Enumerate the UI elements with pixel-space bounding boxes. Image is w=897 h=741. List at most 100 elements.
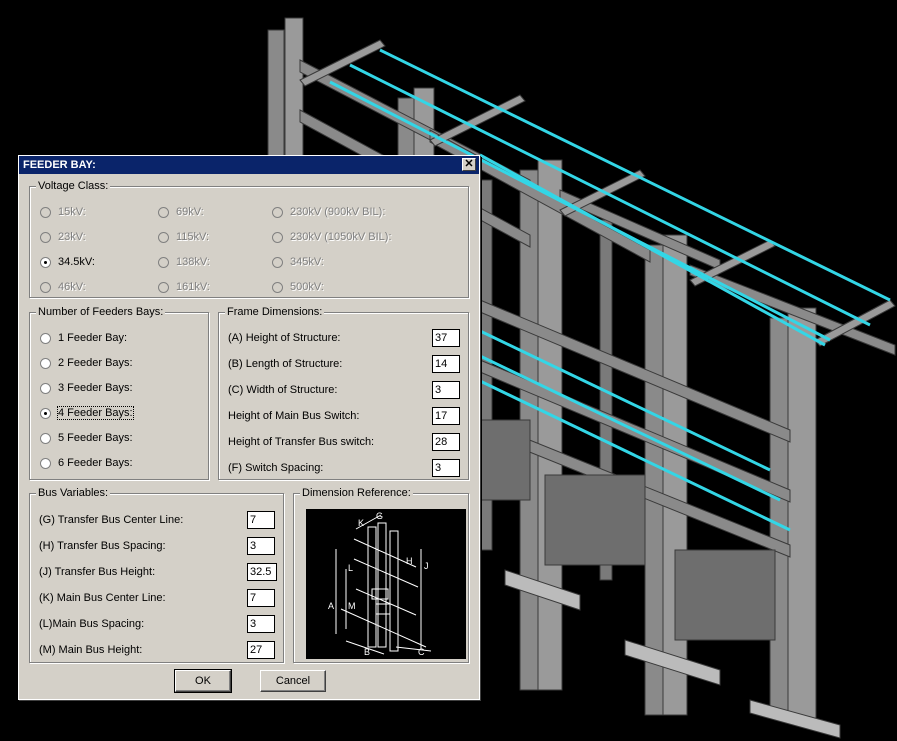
voltage-option-345kv[interactable]: 345kV: — [272, 255, 324, 269]
field-label: (C) Width of Structure: — [228, 384, 338, 396]
radio-icon — [272, 231, 283, 243]
radio-selected-icon — [40, 407, 51, 419]
ok-button[interactable]: OK — [174, 669, 232, 693]
voltage-option-115kv[interactable]: 115kV: — [158, 230, 209, 244]
voltage-option-label: 46kV: — [58, 281, 86, 293]
radio-icon — [158, 206, 169, 218]
voltage-option-label: 161kV: — [176, 281, 210, 293]
frame-width-row: (C) Width of Structure: — [228, 381, 337, 399]
voltage-option-34-5kv[interactable]: 34.5kV: — [40, 255, 95, 269]
feeder-bay-dialog: FEEDER BAY: ✕ Voltage Class: 15kV: 23kV:… — [18, 155, 480, 700]
main-bus-height-input[interactable]: 27 — [247, 641, 275, 659]
feeder-option-6[interactable]: 6 Feeder Bays: — [40, 456, 133, 470]
width-of-structure-input[interactable]: 3 — [432, 381, 460, 399]
radio-icon — [40, 231, 51, 243]
main-bus-switch-row: Height of Main Bus Switch: — [228, 407, 359, 425]
radio-icon — [272, 281, 283, 293]
radio-icon — [40, 332, 51, 344]
structure-wireframe — [335, 514, 432, 655]
main-bus-switch-height-input[interactable]: 17 — [432, 407, 460, 425]
frame-length-row: (B) Length of Structure: — [228, 355, 342, 373]
feeder-option-label: 2 Feeder Bays: — [58, 357, 133, 369]
transfer-bus-height-input[interactable]: 32.5 — [247, 563, 277, 581]
cancel-button[interactable]: Cancel — [260, 670, 326, 692]
switch-spacing-row: (F) Switch Spacing: — [228, 459, 323, 477]
radio-icon — [40, 432, 51, 444]
feeder-option-label: 4 Feeder Bays: — [57, 406, 134, 420]
dim-letter-g: G — [376, 511, 383, 521]
feeder-option-label: 6 Feeder Bays: — [58, 457, 133, 469]
transfer-bus-spacing-input[interactable]: 3 — [247, 537, 275, 555]
field-label: Height of Main Bus Switch: — [228, 410, 360, 422]
voltage-option-label: 138kV: — [176, 256, 210, 268]
field-label: (L)Main Bus Spacing: — [39, 618, 145, 630]
field-label: (J) Transfer Bus Height: — [39, 566, 156, 578]
radio-icon — [40, 382, 51, 394]
feeder-option-3[interactable]: 3 Feeder Bays: — [40, 381, 133, 395]
field-label: (B) Length of Structure: — [228, 358, 343, 370]
height-of-structure-input[interactable]: 37 — [432, 329, 460, 347]
transfer-bus-center-line-input[interactable]: 7 — [247, 511, 275, 529]
feeder-bays-group: Number of Feeders Bays: 1 Feeder Bay: 2 … — [29, 306, 209, 480]
radio-icon — [40, 206, 51, 218]
dim-letter-j: J — [424, 561, 429, 571]
dim-letter-c: C — [418, 647, 425, 657]
voltage-option-23kv[interactable]: 23kV: — [40, 230, 86, 244]
voltage-option-69kv[interactable]: 69kV: — [158, 205, 204, 219]
voltage-option-label: 230kV (900kV BIL): — [290, 206, 386, 218]
dimension-reference-legend: Dimension Reference: — [300, 487, 413, 499]
radio-icon — [40, 357, 51, 369]
transfer-bus-spacing-row: (H) Transfer Bus Spacing: — [39, 537, 166, 555]
dim-letter-k: K — [358, 518, 364, 528]
voltage-option-label: 115kV: — [176, 231, 210, 243]
feeder-option-label: 5 Feeder Bays: — [58, 432, 133, 444]
dim-letter-l: L — [348, 563, 353, 573]
dialog-title: FEEDER BAY: — [23, 159, 96, 171]
dim-letter-m: M — [348, 601, 356, 611]
main-bus-center-line-input[interactable]: 7 — [247, 589, 275, 607]
voltage-option-label: 500kV: — [290, 281, 324, 293]
voltage-option-label: 230kV (1050kV BIL): — [290, 231, 392, 243]
field-label: Height of Transfer Bus switch: — [228, 436, 375, 448]
voltage-option-161kv[interactable]: 161kV: — [158, 280, 210, 294]
radio-icon — [158, 256, 169, 268]
dim-letter-a: A — [328, 601, 334, 611]
frame-dimensions-legend: Frame Dimensions: — [225, 306, 325, 318]
voltage-option-46kv[interactable]: 46kV: — [40, 280, 86, 294]
switch-spacing-input[interactable]: 3 — [432, 459, 460, 477]
feeder-option-5[interactable]: 5 Feeder Bays: — [40, 431, 133, 445]
feeder-option-4[interactable]: 4 Feeder Bays: — [40, 406, 134, 420]
field-label: (M) Main Bus Height: — [39, 644, 143, 656]
field-label: (K) Main Bus Center Line: — [39, 592, 166, 604]
main-bus-center-row: (K) Main Bus Center Line: — [39, 589, 166, 607]
radio-icon — [158, 281, 169, 293]
radio-icon — [40, 281, 51, 293]
main-bus-spacing-input[interactable]: 3 — [247, 615, 275, 633]
voltage-option-label: 15kV: — [58, 206, 86, 218]
radio-selected-icon — [40, 256, 51, 268]
voltage-option-138kv[interactable]: 138kV: — [158, 255, 210, 269]
voltage-option-label: 34.5kV: — [58, 256, 95, 268]
dim-letter-b: B — [364, 647, 370, 657]
main-bus-height-row: (M) Main Bus Height: — [39, 641, 142, 659]
transfer-bus-switch-row: Height of Transfer Bus switch: — [228, 433, 374, 451]
dimension-reference-diagram: K G H J L M A B C — [306, 509, 466, 659]
voltage-option-500kv[interactable]: 500kV: — [272, 280, 324, 294]
feeder-option-1[interactable]: 1 Feeder Bay: — [40, 331, 127, 345]
dimension-reference-group: Dimension Reference: K G H J L M A B C — [293, 487, 469, 663]
frame-dimensions-group: Frame Dimensions: (A) Height of Structur… — [218, 306, 469, 480]
length-of-structure-input[interactable]: 14 — [432, 355, 460, 373]
feeder-bays-legend: Number of Feeders Bays: — [36, 306, 166, 318]
radio-icon — [272, 256, 283, 268]
transfer-bus-switch-height-input[interactable]: 28 — [432, 433, 460, 451]
radio-icon — [272, 206, 283, 218]
voltage-option-230kv-1050[interactable]: 230kV (1050kV BIL): — [272, 230, 392, 244]
voltage-option-15kv[interactable]: 15kV: — [40, 205, 86, 219]
field-label: (F) Switch Spacing: — [228, 462, 324, 474]
dialog-titlebar: FEEDER BAY: ✕ — [19, 156, 479, 174]
voltage-option-230kv-900[interactable]: 230kV (900kV BIL): — [272, 205, 385, 219]
transfer-bus-center-row: (G) Transfer Bus Center Line: — [39, 511, 183, 529]
feeder-option-2[interactable]: 2 Feeder Bays: — [40, 356, 133, 370]
close-icon[interactable]: ✕ — [462, 158, 476, 171]
bus-variables-legend: Bus Variables: — [36, 487, 111, 499]
